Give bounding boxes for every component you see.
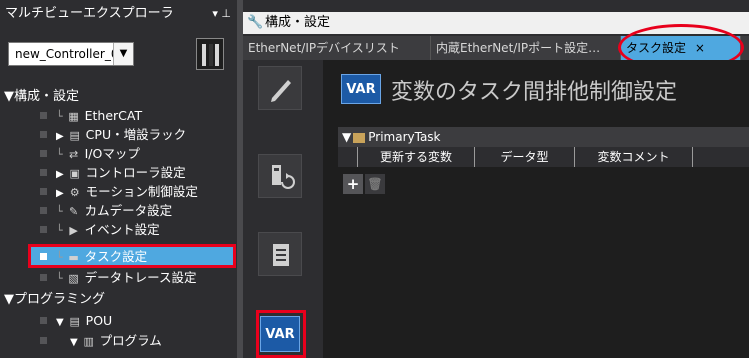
- expand-arrow-icon[interactable]: ▶: [56, 131, 64, 142]
- tree-item-controller-settings[interactable]: ▶ ▣ コントローラ設定: [0, 163, 237, 182]
- editor-content: VAR VAR 変数のタスク間排他制御設定 ▼ PrimaryTask 更新する変…: [243, 60, 749, 358]
- column-header-data-type[interactable]: データ型: [475, 147, 575, 167]
- add-button[interactable]: +: [343, 174, 363, 194]
- program-icon: ▥: [83, 335, 94, 348]
- explorer-title: マルチビューエクスプローラ: [5, 6, 174, 21]
- explorer-header: マルチビューエクスプローラ ▾ ⊥: [0, 0, 237, 27]
- controller-name: new_Controller_0: [15, 47, 119, 61]
- tree-item-task-settings[interactable]: └ ▬ タスク設定: [0, 247, 237, 266]
- task-icon: ▬: [68, 251, 79, 264]
- controller-bar: new_Controller_0 ▼: [8, 38, 230, 74]
- delete-icon[interactable]: 🗑: [365, 174, 385, 194]
- edit-mode-button[interactable]: [258, 66, 302, 110]
- tree-item-ethercat[interactable]: └ ▦ EtherCAT: [0, 106, 237, 125]
- tree-item-motion-settings[interactable]: ▶ ⚙ モーション制御設定: [0, 182, 237, 201]
- task-group-header[interactable]: ▼ PrimaryTask: [338, 127, 749, 147]
- variable-grid-header: 更新する変数 データ型 変数コメント: [338, 147, 749, 167]
- tree-section-programming[interactable]: ▼プログラミング: [4, 290, 241, 309]
- tree-item-event-settings[interactable]: └ ▶ イベント設定: [0, 220, 237, 239]
- pencil-icon: [271, 80, 291, 102]
- folder-icon: [353, 132, 366, 143]
- multiview-explorer: マルチビューエクスプローラ ▾ ⊥ new_Controller_0 ▼ ▼構成…: [0, 0, 237, 358]
- controller-select[interactable]: new_Controller_0 ▼: [8, 42, 134, 66]
- var-button-highlight: [256, 310, 306, 358]
- expand-arrow-icon[interactable]: ▶: [56, 188, 64, 199]
- page-title-text: 変数のタスク間排他制御設定: [391, 80, 678, 105]
- document-list-icon: [273, 244, 289, 266]
- column-spacer: [338, 147, 358, 167]
- tree-item-cam-data[interactable]: └ ✎ カムデータ設定: [0, 201, 237, 220]
- event-icon: ▶: [69, 224, 78, 237]
- pou-icon: ▤: [69, 315, 80, 328]
- tree-item-io-map[interactable]: └ ⇄ I/Oマップ: [0, 144, 237, 163]
- tree-section-config[interactable]: ▼構成・設定: [4, 87, 241, 106]
- tree-item-data-trace[interactable]: └ ▧ データトレース設定: [0, 268, 237, 287]
- io-map-icon: ⇄: [69, 148, 79, 161]
- column-header-comment[interactable]: 変数コメント: [575, 147, 693, 167]
- tab-ethernet-ip-device-list[interactable]: EtherNet/IPデバイスリスト: [243, 36, 431, 60]
- column-header-variable[interactable]: 更新する変数: [358, 147, 475, 167]
- list-view-button[interactable]: [258, 232, 302, 276]
- mode-rail: VAR: [243, 60, 323, 358]
- editor-pane: 🔧 構成・設定 EtherNet/IPデバイスリスト 内蔵EtherNet/IP…: [243, 0, 749, 358]
- tree-item-cpu-rack[interactable]: ▶ ▤ CPU・増設ラック: [0, 125, 237, 144]
- editor-title: 構成・設定: [265, 15, 331, 30]
- collapse-arrow-icon[interactable]: ▼: [342, 130, 351, 144]
- expand-arrow-icon[interactable]: ▶: [56, 169, 64, 180]
- tab-builtin-ethernet-ip-port[interactable]: 内蔵EtherNet/IPポート設定…: [431, 36, 621, 60]
- device-refresh-icon: [272, 165, 295, 189]
- task-name: PrimaryTask: [368, 130, 441, 144]
- tree-item-program[interactable]: ▼ ▥ プログラム: [0, 331, 237, 350]
- wrench-icon: 🔧: [247, 15, 264, 30]
- collapse-arrow-icon[interactable]: ▼: [70, 337, 78, 348]
- var-icon: VAR: [341, 74, 381, 104]
- ethercat-icon: ▦: [68, 110, 79, 123]
- collapse-arrow-icon[interactable]: ▼: [56, 317, 64, 328]
- cam-icon: ✎: [69, 205, 79, 218]
- controller-icon[interactable]: [196, 38, 224, 70]
- controller-settings-icon: ▣: [69, 167, 80, 180]
- gear-icon: ⚙: [69, 186, 80, 199]
- pin-icon[interactable]: ▾ ⊥: [212, 0, 231, 27]
- rack-icon: ▤: [69, 129, 80, 142]
- trace-icon: ▧: [68, 272, 79, 285]
- chevron-down-icon[interactable]: ▼: [113, 43, 133, 65]
- io-refresh-button[interactable]: [258, 154, 302, 198]
- tree-item-pou[interactable]: ▼ ▤ POU: [0, 311, 237, 330]
